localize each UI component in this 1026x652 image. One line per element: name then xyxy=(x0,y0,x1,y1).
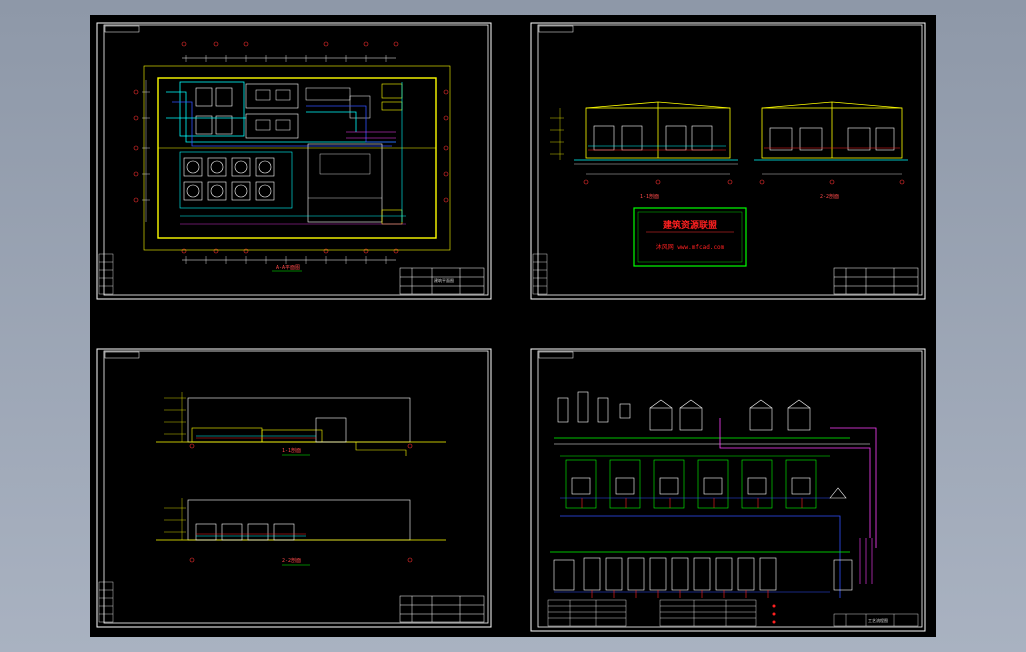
cad-canvas[interactable]: A-A平面图 建筑平面图 1-1剖面 2-2剖面 建筑资源联盟 沐风网 www.… xyxy=(90,15,936,637)
watermark-line2: 沐风网 www.mfcad.com xyxy=(656,243,725,251)
sheet-sections[interactable]: 1-1剖面 2-2剖面 建筑资源联盟 沐风网 www.mfcad.com xyxy=(530,22,926,300)
sheet-schematic[interactable]: 工艺流程图 xyxy=(530,348,926,632)
schematic-drawing: 工艺流程图 xyxy=(530,348,926,632)
elevation-top-title: 1-1剖面 xyxy=(282,447,301,454)
watermark-line1: 建筑资源联盟 xyxy=(663,219,717,231)
section-left-title: 1-1剖面 xyxy=(640,193,659,200)
sheet-floor-plan[interactable]: A-A平面图 建筑平面图 xyxy=(96,22,492,300)
schematic-titleblock-note: 工艺流程图 xyxy=(868,617,888,623)
elevations-drawing: 1-1剖面 2-2剖面 xyxy=(96,348,492,628)
plan-titleblock-note: 建筑平面图 xyxy=(434,277,454,283)
sheet-elevations[interactable]: 1-1剖面 2-2剖面 xyxy=(96,348,492,628)
sections-drawing: 1-1剖面 2-2剖面 建筑资源联盟 沐风网 www.mfcad.com xyxy=(530,22,926,300)
floor-plan-drawing: A-A平面图 建筑平面图 xyxy=(96,22,492,300)
elevation-bottom-title: 2-2剖面 xyxy=(282,557,301,564)
plan-title: A-A平面图 xyxy=(276,265,300,271)
section-right-title: 2-2剖面 xyxy=(820,193,839,200)
